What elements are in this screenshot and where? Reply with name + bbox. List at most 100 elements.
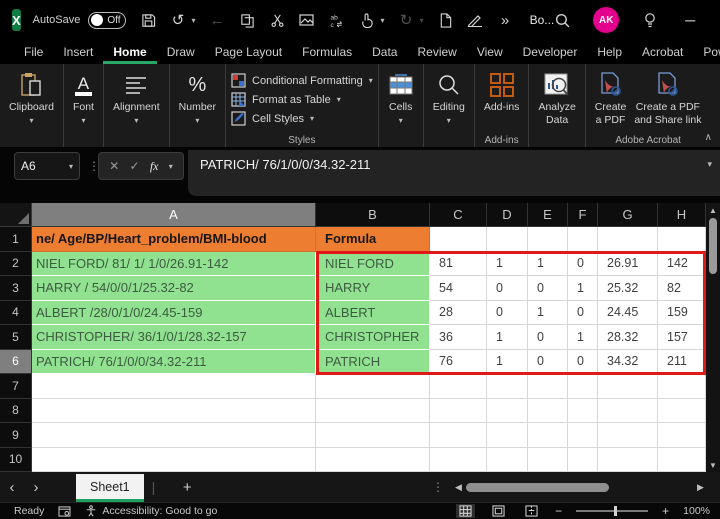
column-header-G[interactable]: G — [598, 203, 658, 227]
format-as-table-button[interactable]: Format as Table ▾ — [231, 92, 373, 107]
cell-G9[interactable] — [598, 423, 658, 448]
cell-F3[interactable]: 1 — [568, 276, 598, 301]
cell-H6[interactable]: 211 — [658, 349, 706, 374]
tab-insert[interactable]: Insert — [53, 41, 103, 64]
cell-H9[interactable] — [658, 423, 706, 448]
cell-G3[interactable]: 25.32 — [598, 276, 658, 301]
tab-home[interactable]: Home — [103, 41, 157, 64]
cell-G1[interactable] — [598, 227, 658, 252]
row-header-10[interactable]: 10 — [0, 447, 32, 472]
column-header-B[interactable]: B — [316, 203, 430, 227]
cell-F5[interactable]: 1 — [568, 325, 598, 350]
formula-input[interactable]: PATRICH/ 76/1/0/0/34.32-211 ▾ — [188, 150, 720, 196]
cell-C1[interactable] — [430, 227, 487, 252]
cell-C7[interactable] — [430, 374, 487, 399]
cell-A8[interactable] — [32, 398, 316, 423]
zoom-out-button[interactable]: − — [555, 504, 562, 518]
cell-F8[interactable] — [568, 398, 598, 423]
cell-E9[interactable] — [528, 423, 568, 448]
cell-F2[interactable]: 0 — [568, 251, 598, 276]
next-sheet-icon[interactable]: › — [24, 479, 48, 496]
cell-A3[interactable]: HARRY / 54/0/0/1/25.32-82 — [32, 276, 316, 301]
cell-C3[interactable]: 54 — [430, 276, 487, 301]
cell-A2[interactable]: NIEL FORD/ 81/ 1/ 1/0/26.91-142 — [32, 251, 316, 276]
cell-H1[interactable] — [658, 227, 706, 252]
cell-A9[interactable] — [32, 423, 316, 448]
cell-E1[interactable] — [528, 227, 568, 252]
cell-G2[interactable]: 26.91 — [598, 251, 658, 276]
tab-draw[interactable]: Draw — [157, 41, 205, 64]
page-break-preview-icon[interactable] — [522, 504, 541, 518]
cell-G7[interactable] — [598, 374, 658, 399]
tab-help[interactable]: Help — [587, 41, 632, 64]
cancel-icon[interactable]: ✕ — [109, 159, 119, 173]
sheet-tab-sheet1[interactable]: Sheet1 — [76, 474, 144, 502]
cell-D10[interactable] — [487, 447, 528, 472]
column-header-E[interactable]: E — [528, 203, 568, 227]
cell-F9[interactable] — [568, 423, 598, 448]
previous-sheet-icon[interactable]: ‹ — [0, 479, 24, 496]
conditional-formatting-button[interactable]: Conditional Formatting ▾ — [231, 73, 373, 88]
tab-formulas[interactable]: Formulas — [292, 41, 362, 64]
cell-A6[interactable]: PATRICH/ 76/1/0/0/34.32-211 — [32, 349, 316, 374]
accessibility-status[interactable]: Accessibility: Good to go — [85, 505, 217, 517]
cell-H3[interactable]: 82 — [658, 276, 706, 301]
cell-E10[interactable] — [528, 447, 568, 472]
splitter-handle-icon[interactable]: ⋮ — [432, 480, 444, 494]
cell-D2[interactable]: 1 — [487, 251, 528, 276]
row-header-9[interactable]: 9 — [0, 423, 32, 448]
cell-C9[interactable] — [430, 423, 487, 448]
cell-E6[interactable]: 0 — [528, 349, 568, 374]
row-header-5[interactable]: 5 — [0, 325, 32, 350]
insert-function-icon[interactable]: fx — [150, 159, 159, 174]
row-header-4[interactable]: 4 — [0, 300, 32, 325]
tab-page-layout[interactable]: Page Layout — [205, 41, 292, 64]
scroll-down-icon[interactable]: ▼ — [706, 458, 720, 472]
excel-logo-icon[interactable]: X — [12, 9, 21, 31]
cell-B6[interactable]: PATRICH — [316, 349, 430, 374]
cell-A10[interactable] — [32, 447, 316, 472]
column-header-H[interactable]: H — [658, 203, 706, 227]
autosave-toggle[interactable]: Off — [88, 11, 126, 29]
save-icon[interactable] — [140, 12, 157, 29]
name-box[interactable]: A6 ▾ — [14, 152, 80, 180]
new-file-icon[interactable] — [437, 12, 454, 29]
enter-icon[interactable]: ✓ — [130, 159, 140, 173]
cell-C4[interactable]: 28 — [430, 300, 487, 325]
font-button[interactable]: A Font ▾ — [69, 69, 98, 127]
page-layout-view-icon[interactable] — [489, 504, 508, 518]
cell-B2[interactable]: NIEL FORD — [316, 251, 430, 276]
macro-record-icon[interactable] — [58, 505, 71, 517]
cell-H8[interactable] — [658, 398, 706, 423]
tab-file[interactable]: File — [14, 41, 53, 64]
zoom-slider-thumb[interactable] — [614, 506, 618, 516]
collapse-ribbon-icon[interactable]: ∧ — [705, 132, 712, 143]
cell-E3[interactable]: 0 — [528, 276, 568, 301]
alignment-button[interactable]: Alignment ▾ — [109, 69, 164, 127]
tab-power-pivot[interactable]: Power Pivot — [693, 41, 720, 64]
cell-D5[interactable]: 1 — [487, 325, 528, 350]
analyze-data-button[interactable]: Analyze Data — [534, 69, 579, 129]
cell-G5[interactable]: 28.32 — [598, 325, 658, 350]
cell-A7[interactable] — [32, 374, 316, 399]
find-replace-icon[interactable]: ab c — [329, 12, 346, 29]
addins-button[interactable]: Add-ins — [480, 69, 524, 116]
cell-E2[interactable]: 1 — [528, 251, 568, 276]
cell-C6[interactable]: 76 — [430, 349, 487, 374]
column-header-D[interactable]: D — [487, 203, 528, 227]
touch-mouse-mode-icon[interactable] — [359, 12, 376, 29]
cell-A5[interactable]: CHRISTOPHER/ 36/1/0/1/28.32-157 — [32, 325, 316, 350]
cell-F7[interactable] — [568, 374, 598, 399]
row-header-8[interactable]: 8 — [0, 398, 32, 423]
cell-E5[interactable]: 0 — [528, 325, 568, 350]
cell-B8[interactable] — [316, 398, 430, 423]
number-button[interactable]: % Number ▾ — [175, 69, 220, 127]
cell-D7[interactable] — [487, 374, 528, 399]
cell-G6[interactable]: 34.32 — [598, 349, 658, 374]
lightbulb-icon[interactable] — [641, 12, 658, 29]
cell-B5[interactable]: CHRISTOPHER — [316, 325, 430, 350]
add-sheet-button[interactable]: + — [177, 479, 197, 496]
cell-H5[interactable]: 157 — [658, 325, 706, 350]
cell-D6[interactable]: 1 — [487, 349, 528, 374]
cell-G10[interactable] — [598, 447, 658, 472]
